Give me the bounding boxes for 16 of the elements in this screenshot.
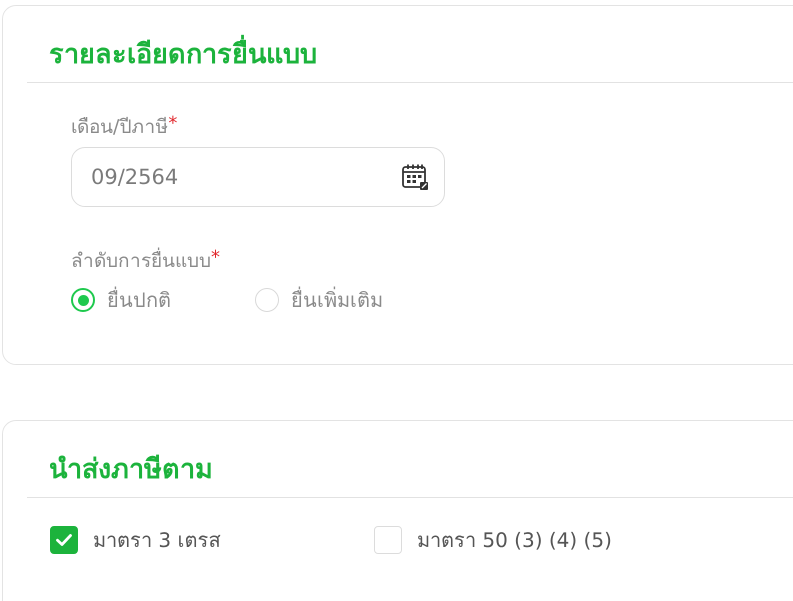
- required-mark: *: [211, 247, 220, 269]
- checkbox[interactable]: [50, 526, 78, 554]
- radio-button[interactable]: [255, 288, 279, 312]
- date-field[interactable]: 09/2564: [71, 147, 445, 207]
- radio-label[interactable]: ยื่นปกติ: [107, 285, 171, 315]
- calendar-icon[interactable]: [401, 163, 429, 191]
- checkbox-label[interactable]: มาตรา 3 เตรส: [93, 525, 220, 555]
- field-label: เดือน/ปีภาษี: [71, 115, 168, 140]
- required-mark: *: [168, 113, 178, 135]
- radio-button[interactable]: [71, 288, 95, 312]
- section-title: รายละเอียดการยื่นแบบ: [49, 37, 317, 73]
- radio-label[interactable]: ยื่นเพิ่มเติม: [291, 285, 383, 315]
- checkbox-label[interactable]: มาตรา 50 (3) (4) (5): [417, 525, 612, 555]
- field-label: ลำดับการยื่นแบบ: [71, 247, 211, 275]
- section-title: นำส่งภาษีตาม: [49, 453, 213, 487]
- check-icon: [56, 534, 72, 546]
